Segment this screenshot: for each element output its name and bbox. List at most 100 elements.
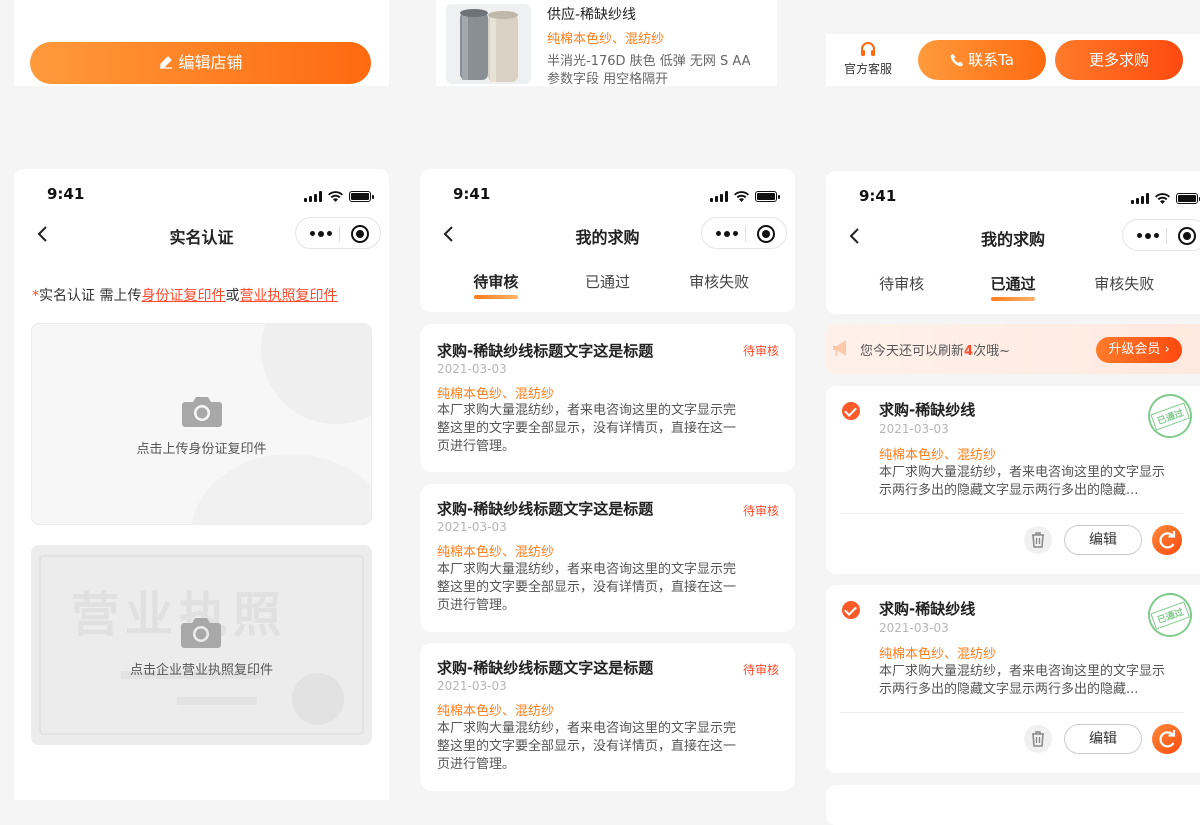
request-card[interactable]: 求购-稀缺纱线标题文字这是标题 待审核 2021-03-03 纯棉本色纱、混纺纱… [420, 484, 795, 632]
approved-card[interactable]: 求购-稀缺纱线 已通过 2021-03-03 纯棉本色纱、混纺纱 本厂求购大量混… [826, 585, 1200, 773]
more-dots-icon[interactable] [1137, 232, 1159, 239]
refresh-text: 您今天还可以刷新4次哦~ [860, 344, 1010, 359]
status-tabs: 待审核 已通过 审核失败 [420, 269, 795, 309]
status-bar: 9:41 [14, 169, 389, 213]
signal-icon [1131, 193, 1149, 204]
request-date: 2021-03-03 [437, 520, 507, 534]
trash-icon [1030, 731, 1046, 752]
battery-icon [755, 191, 780, 202]
nav-bar: 我的求购 [826, 215, 1200, 259]
status-bar: 9:41 [826, 171, 1200, 215]
divider [840, 712, 1184, 713]
more-requests-button[interactable]: 更多求购 [1055, 40, 1183, 80]
more-dots-icon[interactable] [716, 230, 738, 237]
more-label: 更多求购 [1088, 51, 1149, 69]
refresh-button[interactable] [1152, 525, 1182, 555]
approved-card[interactable]: 求购-稀缺纱线 已通过 2021-03-03 纯棉本色纱、混纺纱 本厂求购大量混… [826, 386, 1200, 574]
license-upload-area[interactable]: 营业执照 点击企业营业执照复印件 [31, 545, 372, 745]
nav-bar: 实名认证 [14, 213, 389, 257]
contact-button[interactable]: 联系Ta [918, 40, 1046, 80]
upgrade-vip-button[interactable]: 升级会员 › [1096, 337, 1182, 363]
wifi-icon [1155, 189, 1170, 208]
official-service-button[interactable]: 官方客服 [836, 40, 900, 77]
request-tags: 纯棉本色纱、混纺纱 [437, 545, 555, 560]
request-title: 求购-稀缺纱线标题文字这是标题 [437, 342, 654, 360]
status-time: 9:41 [453, 185, 491, 203]
battery-icon [1176, 193, 1200, 204]
close-target-icon[interactable] [757, 225, 775, 243]
top-right-screen: 官方客服 联系Ta 更多求购 [826, 34, 1200, 86]
request-title: 求购-稀缺纱线 [879, 401, 976, 419]
tab-approved[interactable]: 已通过 [968, 271, 1058, 311]
upload-license-label: 点击企业营业执照复印件 [129, 663, 273, 678]
supply-tags: 纯棉本色纱、混纺纱 [547, 32, 665, 47]
request-desc: 本厂求购大量混纺纱，者来电咨询这里的文字显示 示两行多出的隐藏文字显示两行多出的隐… [879, 465, 1166, 498]
checked-icon[interactable] [842, 601, 860, 619]
more-dots-icon[interactable] [310, 230, 332, 237]
required-star: * [32, 288, 39, 304]
verify-hint: *实名认证 需上传身份证复印件或营业执照复印件 [32, 285, 337, 305]
wifi-icon [734, 187, 749, 206]
tab-failed[interactable]: 审核失败 [674, 269, 764, 309]
request-card[interactable]: 求购-稀缺纱线标题文字这是标题 待审核 2021-03-03 纯棉本色纱、混纺纱… [420, 643, 795, 791]
close-target-icon[interactable] [351, 225, 369, 243]
miniprogram-capsule[interactable] [701, 217, 787, 249]
hint-id-link[interactable]: 身份证复印件 [141, 288, 225, 304]
request-tags: 纯棉本色纱、混纺纱 [879, 448, 997, 463]
headset-icon [836, 40, 900, 60]
request-date: 2021-03-03 [879, 422, 949, 436]
refresh-icon [1152, 531, 1182, 559]
phone-icon [950, 42, 964, 82]
supply-spec-line1: 半消光-176D 肤色 低弹 无网 S AA [547, 54, 751, 69]
refresh-banner: 您今天还可以刷新4次哦~ 升级会员 › [826, 324, 1200, 374]
request-title: 求购-稀缺纱线 [879, 600, 976, 618]
supply-spec-line2: 参数字段 用空格隔开 [547, 72, 669, 86]
chevron-right-icon: › [1160, 342, 1170, 357]
id-upload-area[interactable]: 点击上传身份证复印件 [31, 323, 372, 525]
trash-icon [1030, 532, 1046, 553]
tab-failed[interactable]: 审核失败 [1079, 271, 1169, 311]
license-watermark: 营业执照 [71, 587, 288, 643]
edit-store-label: 编辑店铺 [178, 53, 243, 72]
status-time: 9:41 [859, 187, 897, 205]
tab-pending[interactable]: 待审核 [451, 269, 541, 309]
refresh-icon [1152, 730, 1182, 758]
request-tags: 纯棉本色纱、混纺纱 [879, 647, 997, 662]
approved-screen: 9:41 我的求购 待审核 已通过 审核失败 您今天还可以刷新4次哦~ 升级会员… [826, 171, 1200, 825]
request-tags: 纯棉本色纱、混纺纱 [437, 387, 555, 402]
license-seal [292, 673, 344, 725]
top-middle-screen: 供应-稀缺纱线 纯棉本色纱、混纺纱 半消光-176D 肤色 低弹 无网 S AA… [436, 0, 777, 86]
tab-approved[interactable]: 已通过 [562, 269, 652, 309]
edit-button[interactable]: 编辑 [1064, 724, 1142, 754]
request-title: 求购-稀缺纱线标题文字这是标题 [437, 500, 654, 518]
delete-button[interactable] [1024, 526, 1052, 554]
hint-or: 或 [225, 288, 240, 304]
upload-id-label: 点击上传身份证复印件 [136, 442, 267, 457]
license-line-2 [177, 697, 257, 705]
nav-bar: 我的求购 [420, 213, 795, 257]
pending-header: 9:41 我的求购 待审核 已通过 审核失败 [420, 169, 795, 312]
hint-license-link[interactable]: 营业执照复印件 [239, 288, 337, 304]
close-target-icon[interactable] [1178, 227, 1196, 245]
edit-icon [158, 44, 174, 86]
request-card[interactable]: 求购-稀缺纱线标题文字这是标题 待审核 2021-03-03 纯棉本色纱、混纺纱… [420, 324, 795, 472]
signal-icon [304, 191, 322, 202]
tab-pending[interactable]: 待审核 [857, 271, 947, 311]
top-left-screen: 编辑店铺 [14, 0, 389, 86]
camera-icon [181, 394, 223, 432]
status-icons [304, 187, 374, 206]
edit-store-button[interactable]: 编辑店铺 [30, 42, 371, 84]
service-label: 官方客服 [843, 62, 892, 76]
id-decoration [261, 324, 371, 424]
miniprogram-capsule[interactable] [295, 217, 381, 249]
edit-button[interactable]: 编辑 [1064, 525, 1142, 555]
status-bar: 9:41 [420, 169, 795, 213]
approved-card-partial[interactable] [826, 785, 1200, 825]
miniprogram-capsule[interactable] [1122, 219, 1200, 251]
request-desc: 本厂求购大量混纺纱，者来电咨询这里的文字显示完 整这里的文字要全部显示，没有详情页… [437, 721, 737, 772]
refresh-button[interactable] [1152, 724, 1182, 754]
contact-label: 联系Ta [968, 51, 1014, 69]
status-badge: 待审核 [742, 344, 779, 358]
delete-button[interactable] [1024, 725, 1052, 753]
checked-icon[interactable] [842, 402, 860, 420]
